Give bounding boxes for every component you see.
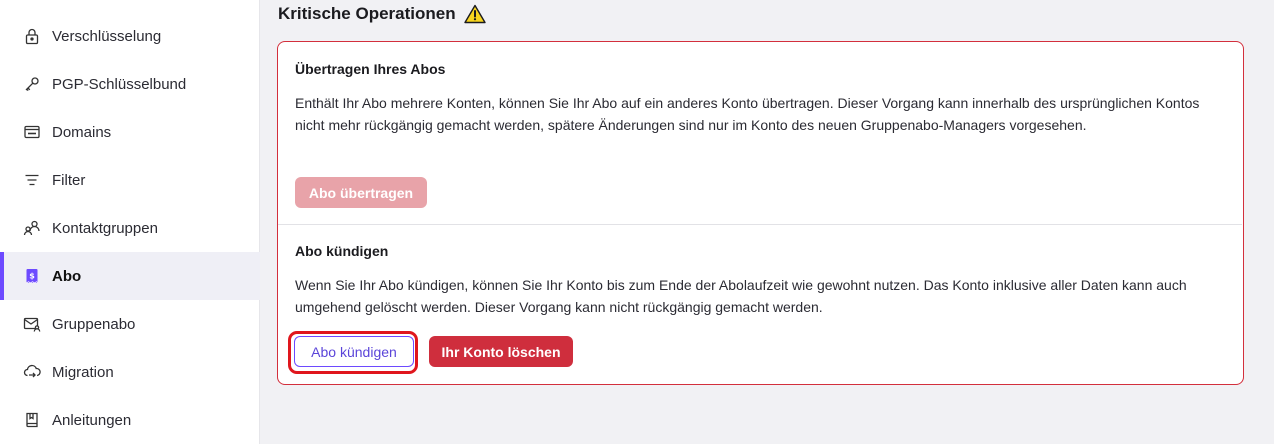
sidebar-item-kontaktgruppen[interactable]: Kontaktgruppen [0,204,260,252]
warning-icon [463,4,486,24]
sidebar-item-verschluesselung[interactable]: Verschlüsselung [0,12,260,60]
filter-icon [22,170,42,190]
domain-icon [22,122,42,142]
sidebar-item-label: Kontaktgruppen [52,219,158,237]
sidebar-item-label: PGP-Schlüsselbund [52,75,187,93]
sidebar-item-gruppenabo[interactable]: Gruppenabo [0,300,260,348]
section-divider [278,224,1242,225]
sidebar-item-label: Filter [52,171,86,189]
sidebar-item-migration[interactable]: Migration [0,348,260,396]
sidebar-item-abo[interactable]: $ Abo [0,252,260,300]
svg-text:$: $ [29,272,35,281]
contact-groups-icon [22,218,42,238]
subscription-icon: $ [22,266,42,286]
transfer-subscription-button[interactable]: Abo übertragen [295,177,427,208]
cloud-migration-icon [22,362,42,382]
sidebar-item-label: Gruppenabo [52,315,136,333]
key-icon [22,74,42,94]
sidebar: Verschlüsselung PGP-Schlüsselbund Domain… [0,0,260,444]
envelope-user-icon [22,314,42,334]
sidebar-item-label: Verschlüsselung [52,27,162,45]
book-icon [22,410,42,430]
sidebar-item-label: Domains [52,123,112,141]
highlight-ring [288,331,418,374]
transfer-section-title: Übertragen Ihres Abos [295,61,446,77]
cancel-section-title: Abo kündigen [295,243,389,259]
transfer-section-text: Enthält Ihr Abo mehrere Konten, können S… [295,95,1200,133]
page-title: Kritische Operationen [278,4,486,24]
sidebar-item-filter[interactable]: Filter [0,156,260,204]
sidebar-item-pgp-schluesselbund[interactable]: PGP-Schlüsselbund [0,60,260,108]
cancel-section-text: Wenn Sie Ihr Abo kündigen, können Sie Ih… [295,277,1187,315]
sidebar-item-label: Migration [52,363,114,381]
sidebar-item-anleitungen[interactable]: Anleitungen [0,396,260,444]
delete-account-button[interactable]: Ihr Konto löschen [429,336,573,367]
sidebar-item-label: Anleitungen [52,411,132,429]
sidebar-item-label: Abo [52,267,82,285]
lock-icon [22,26,42,46]
page-title-text: Kritische Operationen [278,4,456,23]
critical-operations-card: Übertragen Ihres Abos Enthält Ihr Abo me… [277,41,1244,385]
sidebar-item-domains[interactable]: Domains [0,108,260,156]
